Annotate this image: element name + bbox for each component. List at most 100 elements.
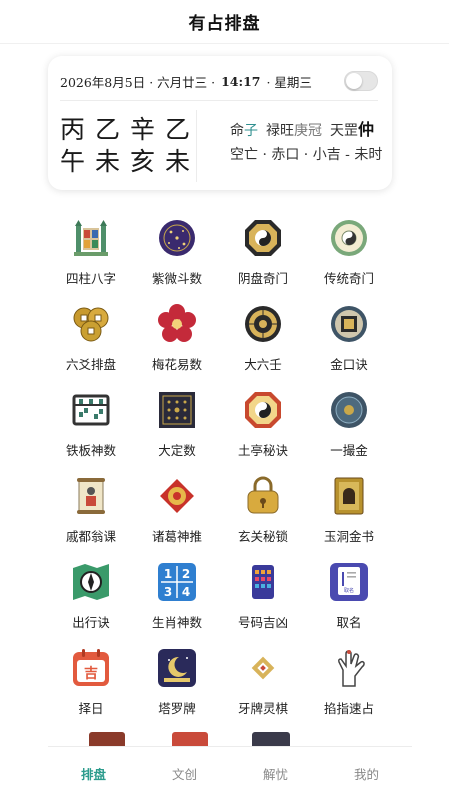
- branch-hour: 未: [164, 147, 190, 176]
- stem-month: 乙: [94, 115, 120, 144]
- lunar-date: 六月廿三 ·: [157, 74, 216, 90]
- tool-yinpan-qimen[interactable]: 阴盘奇门: [220, 218, 306, 287]
- tool-label: 铁板神数: [65, 443, 116, 458]
- tool-chuxing-jue[interactable]: 出行诀: [48, 562, 134, 631]
- tool-tieban-shenshu[interactable]: 铁板神数: [48, 390, 134, 459]
- tool-shengxiao-shenshu[interactable]: 1234 生肖神数: [134, 562, 220, 631]
- tool-label: 玉洞金书: [323, 529, 374, 544]
- branch-year: 午: [60, 147, 86, 176]
- bottom-tab-bar: 排盘 文创 解忧 我的: [48, 746, 412, 800]
- tool-quming[interactable]: 取名 取名: [306, 562, 392, 631]
- tool-xuanguan-misuo[interactable]: 玄关秘锁: [220, 476, 306, 545]
- ming-value: 子: [244, 123, 258, 139]
- tool-zeri[interactable]: 吉 择日: [48, 648, 134, 717]
- tool-label: 紫微斗数: [151, 271, 202, 286]
- number-tiles-icon: 1234: [157, 562, 197, 602]
- tool-qiazhi-suzhan[interactable]: 掐指速占: [306, 648, 392, 717]
- square-seal-icon: [329, 304, 369, 344]
- tool-label: 大定数: [158, 443, 196, 458]
- scroll-icon: [71, 476, 111, 516]
- tool-label: 牙牌灵棋: [237, 701, 288, 716]
- tiangang-label: 天罡: [330, 123, 358, 139]
- abacus-icon: [71, 390, 111, 430]
- date-card: 2026年8月5日 · 六月廿三 · 14:17 · 星期三 丙 乙 辛 乙 午…: [48, 56, 392, 190]
- solar-date: 2026年8月5日 ·: [60, 74, 154, 90]
- tool-label: 六爻排盘: [65, 357, 116, 372]
- current-time: 14:17: [221, 73, 261, 89]
- bagua-yinyang-icon: [243, 218, 283, 258]
- ming-label: 命: [230, 123, 244, 139]
- tool-jinkoujue[interactable]: 金口诀: [306, 304, 392, 373]
- toggle-switch[interactable]: [344, 71, 378, 91]
- tool-label: 诸葛神推: [151, 529, 202, 544]
- diamond-icon: [243, 648, 283, 688]
- calendar-icon: 吉: [71, 648, 111, 688]
- stem-day: 辛: [129, 115, 155, 144]
- tab-wenchuang[interactable]: 文创: [139, 747, 230, 800]
- weekday: · 星期三: [266, 74, 312, 90]
- name-card-text: 取名: [344, 587, 354, 594]
- lock-icon: [243, 476, 283, 516]
- tarot-icon: [157, 648, 197, 688]
- tool-chuantong-qimen[interactable]: 传统奇门: [306, 218, 392, 287]
- tool-label: 梅花易数: [151, 357, 202, 372]
- header: 有占排盘: [0, 0, 449, 44]
- tool-label: 号码吉凶: [237, 615, 288, 630]
- tool-zhuge-shentui[interactable]: 诸葛神推: [134, 476, 220, 545]
- tool-label: 金口诀: [330, 357, 368, 372]
- ming-row: 命 子 禄旺 庚冠 天罡 仲: [230, 116, 390, 144]
- tool-yudong-jinshu[interactable]: 玉洞金书: [306, 476, 392, 545]
- tile-2: 2: [182, 567, 190, 581]
- tool-chengdu-wengke[interactable]: 戚都翁课: [48, 476, 134, 545]
- tool-yicuojin[interactable]: 一撮金: [306, 390, 392, 459]
- tool-daliuren[interactable]: 大六壬: [220, 304, 306, 373]
- tab-jieyou[interactable]: 解忧: [230, 747, 321, 800]
- tool-label: 塔罗牌: [158, 701, 196, 716]
- tool-sizhu-bazi[interactable]: 四柱八字: [48, 218, 134, 287]
- knot-icon: [157, 476, 197, 516]
- lu-text: 禄旺: [266, 123, 294, 139]
- tile-3: 3: [164, 585, 172, 599]
- tool-label: 生肖神数: [151, 615, 202, 630]
- grid-board-icon: [157, 390, 197, 430]
- tool-label: 掐指速占: [323, 701, 374, 716]
- pagoda-icon: [71, 218, 111, 258]
- tool-tuting-mijue[interactable]: 土亭秘诀: [220, 390, 306, 459]
- map-compass-icon: [71, 562, 111, 602]
- tool-liuyao-paipan[interactable]: 六爻排盘: [48, 304, 134, 373]
- page-title: 有占排盘: [188, 14, 261, 34]
- star-disc-icon: [157, 218, 197, 258]
- tool-meihua-yishu[interactable]: 梅花易数: [134, 304, 220, 373]
- tool-dading-shu[interactable]: 大定数: [134, 390, 220, 459]
- guan-text: 庚冠: [294, 123, 322, 139]
- tool-label: 戚都翁课: [65, 529, 116, 544]
- tab-wode[interactable]: 我的: [321, 747, 412, 800]
- tile-4: 4: [182, 585, 190, 599]
- four-pillars: 丙 乙 辛 乙 午 未 亥 未: [60, 114, 190, 178]
- compass-wheel-icon: [243, 304, 283, 344]
- bagua-icon: [243, 390, 283, 430]
- tool-label: 四柱八字: [65, 271, 116, 286]
- earthly-branches: 午 未 亥 未: [60, 146, 190, 178]
- branch-day: 亥: [129, 147, 155, 176]
- extra-info: 命 子 禄旺 庚冠 天罡 仲 空亡 · 赤口 · 小吉 - 未时: [230, 116, 390, 172]
- stem-year: 丙: [60, 115, 86, 144]
- tool-label: 传统奇门: [323, 271, 374, 286]
- hand-icon: [329, 648, 369, 688]
- tool-yapai-lingqi[interactable]: 牙牌灵棋: [220, 648, 306, 717]
- phone-keypad-icon: [243, 562, 283, 602]
- tab-paipan[interactable]: 排盘: [48, 747, 139, 800]
- tool-ziwei-doushu[interactable]: 紫微斗数: [134, 218, 220, 287]
- tool-label: 择日: [78, 701, 104, 716]
- tool-taluo-pai[interactable]: 塔罗牌: [134, 648, 220, 717]
- vertical-divider: [196, 110, 197, 182]
- stem-hour: 乙: [164, 115, 190, 144]
- blue-plate-icon: [329, 390, 369, 430]
- tool-label: 大六壬: [244, 357, 282, 372]
- coins-icon: [71, 304, 111, 344]
- branch-month: 未: [94, 147, 120, 176]
- heavenly-stems: 丙 乙 辛 乙: [60, 114, 190, 146]
- tool-haoma-jixiong[interactable]: 号码吉凶: [220, 562, 306, 631]
- tiangang-value: 仲: [358, 120, 375, 139]
- plum-blossom-icon: [157, 304, 197, 344]
